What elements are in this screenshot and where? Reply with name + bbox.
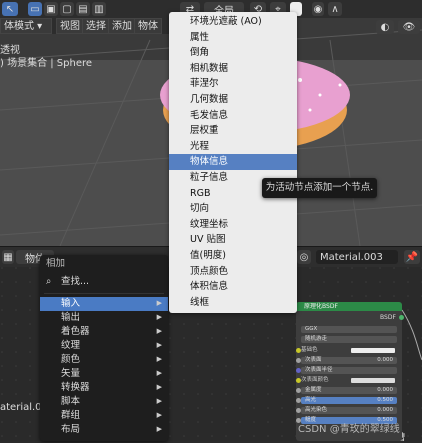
submenu-item-camera-data[interactable]: 相机数据 [169,61,297,77]
submenu-item-hair-info[interactable]: 毛发信息 [169,108,297,124]
overlay-icon[interactable]: ◐ [376,20,394,34]
view-name: 透视 [0,45,20,56]
tooltip: 为活动节点添加一个节点. [262,178,377,198]
visibility-icon[interactable]: 👁 [398,20,420,34]
row-subsurface[interactable]: 次表面 0.000 [301,357,397,364]
menu-item-converter[interactable]: 转换器 ▶ [40,381,168,395]
menu-object[interactable]: 物体 [134,18,162,34]
menu-item-texture[interactable]: 纹理 ▶ [40,339,168,353]
chevron-right-icon: ▶ [156,425,162,433]
chevron-right-icon: ▶ [156,341,162,349]
submenu-item-value[interactable]: 值(明度) [169,248,297,264]
menu-item-group[interactable]: 群组 ▶ [40,409,168,423]
material-name: Material.003 [320,251,383,263]
add-menu-title: 相加 [46,258,66,269]
menu-item-color[interactable]: 颜色 ▶ [40,353,168,367]
falloff-icon[interactable]: ∧ [328,2,342,16]
select-intersect-icon[interactable]: ▤ [76,2,90,16]
chevron-right-icon: ▶ [156,355,162,363]
chevron-right-icon: ▶ [156,369,162,377]
submenu-item-texture-coordinate[interactable]: 纹理坐标 [169,217,297,233]
submenu-item-layer-weight[interactable]: 层权重 [169,123,297,139]
submenu-item-tangent[interactable]: 切向 [169,201,297,217]
menu-add[interactable]: 添加 [108,18,136,34]
mode-label: 体模式 [4,21,34,32]
chevron-right-icon: ▶ [156,383,162,391]
submenu-item-volume-info[interactable]: 体积信息 [169,279,297,295]
row-metallic[interactable]: 金属度 0.000 [301,387,397,394]
material-browse-icon[interactable]: ◎ [297,250,311,264]
socket-base-color[interactable] [296,348,301,353]
material-name-field[interactable]: Material.003 [316,250,398,264]
select-box-icon[interactable]: ▭ [28,2,42,16]
select-extend-icon[interactable]: ▣ [44,2,58,16]
socket-subsurface[interactable] [296,358,301,363]
mode-dropdown[interactable]: 体模式 ▾ [0,18,52,34]
select-tool-icon[interactable]: ↖ [2,2,18,16]
chevron-right-icon: ▶ [156,327,162,335]
select-invert-icon[interactable]: ▥ [92,2,106,16]
menu-item-shader[interactable]: 着色器 ▶ [40,325,168,339]
menu-item-input[interactable]: 输入 ▶ [40,297,168,311]
row-specular[interactable]: 高光 0.500 [301,397,397,404]
chevron-right-icon: ▶ [156,411,162,419]
chevron-right-icon: ▶ [156,313,162,321]
menu-item-vector[interactable]: 矢量 ▶ [40,367,168,381]
menu-select[interactable]: 选择 [82,18,110,34]
input-submenu: 环境光遮蔽 (AO) 属性 倒角 相机数据 菲涅尔 几何数据 毛发信息 层权重 … [169,12,297,313]
watermark: CSDN @青玫的翠绿线 [298,424,400,435]
search-menu-item[interactable]: ⌕ 查找... [40,275,168,289]
subsurface-method-dropdown[interactable]: 随机游走 [301,336,397,343]
pin-icon[interactable]: 📌 [404,250,420,264]
socket-metallic[interactable] [296,388,301,393]
chevron-right-icon: ▶ [156,299,162,307]
distribution-dropdown[interactable]: GGX [301,326,397,333]
socket-specular[interactable] [296,398,301,403]
collection-label: ) 场景集合 | Sphere [0,58,93,69]
row-base-color[interactable]: 基础色 [301,347,397,354]
menu-item-output[interactable]: 输出 ▶ [40,311,168,325]
submenu-item-vertex-color[interactable]: 顶点颜色 [169,264,297,280]
search-icon: ⌕ [46,276,52,287]
submenu-item-fresnel[interactable]: 菲涅尔 [169,76,297,92]
submenu-item-light-path[interactable]: 光程 [169,139,297,155]
row-subsurface-radius[interactable]: 次表面半径 [301,367,397,374]
proportional-edit-icon[interactable]: ◉ [312,2,324,16]
viewport-info: 透视 ) 场景集合 | Sphere [0,44,92,70]
select-subtract-icon[interactable]: ▢ [60,2,74,16]
socket-subsurface-radius[interactable] [296,368,301,373]
bsdf-output-socket[interactable] [399,315,404,320]
submenu-item-attribute[interactable]: 属性 [169,30,297,46]
row-specular-tint[interactable]: 高光染色 0.000 [301,407,397,414]
submenu-item-geometry[interactable]: 几何数据 [169,92,297,108]
menu-item-layout[interactable]: 布局 ▶ [40,423,168,437]
submenu-item-bevel[interactable]: 倒角 [169,45,297,61]
row-subsurface-color[interactable]: 次表面颜色 [301,377,397,384]
submenu-item-ao[interactable]: 环境光遮蔽 (AO) [169,14,297,30]
editor-type-icon[interactable]: ▦ [2,250,14,264]
menu-view[interactable]: 视图 [56,18,84,34]
menu-item-script[interactable]: 脚本 ▶ [40,395,168,409]
submenu-item-wireframe[interactable]: 线框 [169,295,297,311]
node-output-label: BSDF [380,314,396,321]
menu-divider [44,293,164,294]
submenu-item-uv-map[interactable]: UV 贴图 [169,232,297,248]
node-title[interactable]: 原理化BSDF [296,302,402,311]
socket-subsurface-color[interactable] [296,378,301,383]
submenu-item-object-info[interactable]: 物体信息 [169,154,297,170]
chevron-right-icon: ▶ [156,397,162,405]
socket-specular-tint[interactable] [296,408,301,413]
add-node-menu: 相加 ⌕ 查找... 输入 ▶ 输出 ▶ 着色器 ▶ 纹理 ▶ 颜色 ▶ 矢量 ▶ 转换器 ▶… [40,255,168,441]
